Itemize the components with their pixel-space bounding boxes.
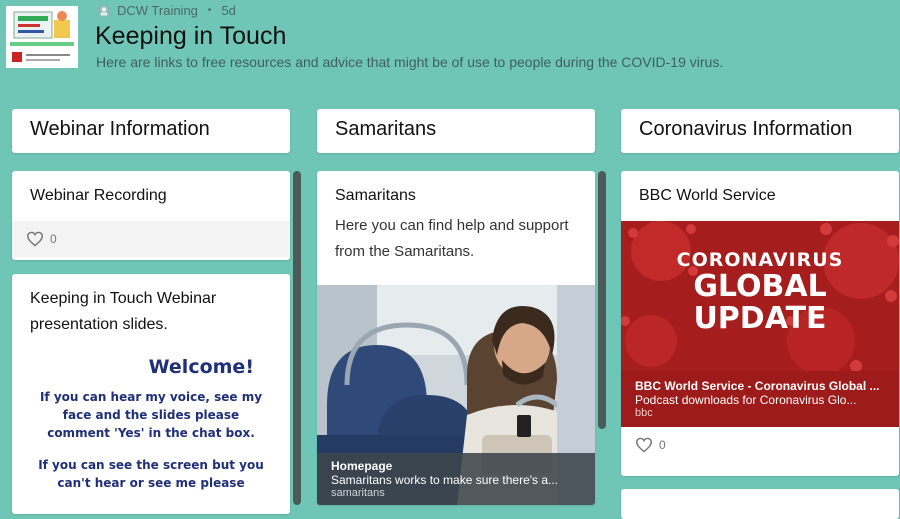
heart-icon[interactable] — [26, 231, 44, 247]
like-count: 0 — [659, 438, 666, 452]
link-source: bbc — [635, 407, 653, 419]
column-title: Webinar Information — [12, 109, 290, 153]
card-footer: 0 — [12, 221, 290, 257]
post-card-samaritans[interactable]: Samaritans Here you can find help and su… — [317, 171, 595, 505]
post-card-bbc-world-service[interactable]: BBC World Service CORONAVIRUS GLOBAL UPD… — [621, 171, 899, 476]
page-title: Keeping in Touch — [95, 22, 287, 50]
link-text: Samaritans works to make sure there's a.… — [331, 473, 559, 487]
link-preview[interactable]: Homepage Samaritans works to make sure t… — [317, 285, 595, 505]
post-age: 5d — [221, 3, 236, 18]
link-source: samaritans — [331, 487, 385, 499]
avatar-icon — [98, 4, 110, 17]
post-card-next[interactable] — [621, 489, 899, 519]
column-title: Samaritans — [317, 109, 595, 153]
card-footer: 0 — [621, 427, 899, 463]
slide-preview[interactable]: Welcome! If you can hear my voice, see m… — [12, 338, 290, 514]
link-text: Podcast downloads for Coronavirus Glo... — [635, 393, 857, 407]
link-caption[interactable]: BBC World Service - Coronavirus Global .… — [621, 371, 899, 427]
link-caption: Homepage Samaritans works to make sure t… — [317, 453, 595, 505]
card-title: BBC World Service — [639, 187, 776, 204]
column-samaritans: Samaritans — [317, 109, 595, 153]
column-webinar-information: Webinar Information — [12, 109, 290, 153]
slide-text-1: If you can hear my voice, see my face an… — [39, 390, 263, 440]
headline-line-2: GLOBAL — [693, 269, 827, 304]
post-card-presentation-slides[interactable]: Keeping in Touch Webinar presentation sl… — [12, 274, 290, 514]
card-title: Webinar Recording — [30, 187, 167, 204]
headline-line-1: CORONAVIRUS — [676, 249, 844, 271]
image-headline: CORONAVIRUS GLOBAL UPDATE — [621, 249, 899, 335]
link-heading: Homepage — [331, 459, 393, 473]
card-title: Keeping in Touch Webinar presentation sl… — [30, 290, 217, 333]
column-scrollbar[interactable] — [598, 171, 606, 429]
separator-dot: • — [207, 5, 212, 16]
card-title: Samaritans — [335, 187, 416, 204]
card-body: Here you can find help and support from … — [335, 217, 569, 260]
post-card-webinar-recording[interactable]: Webinar Recording 0 — [12, 171, 290, 260]
column-coronavirus-information: Coronavirus Information — [621, 109, 899, 153]
author-name[interactable]: DCW Training — [117, 3, 198, 18]
wall-logo — [6, 6, 78, 68]
column-title: Coronavirus Information — [621, 109, 899, 153]
coronavirus-update-image[interactable]: CORONAVIRUS GLOBAL UPDATE — [621, 221, 899, 371]
slide-text-2: If you can see the screen but you can't … — [38, 458, 264, 490]
page-description: Here are links to free resources and adv… — [96, 54, 724, 70]
heart-icon[interactable] — [635, 437, 653, 453]
column-scrollbar[interactable] — [293, 171, 301, 505]
link-heading: BBC World Service - Coronavirus Global .… — [635, 379, 880, 393]
headline-line-3: UPDATE — [693, 301, 827, 336]
like-count: 0 — [50, 232, 57, 246]
slide-welcome: Welcome! — [148, 356, 254, 378]
post-meta: DCW Training • 5d — [97, 3, 236, 18]
wall-header: DCW Training • 5d Keeping in Touch Here … — [0, 0, 900, 86]
